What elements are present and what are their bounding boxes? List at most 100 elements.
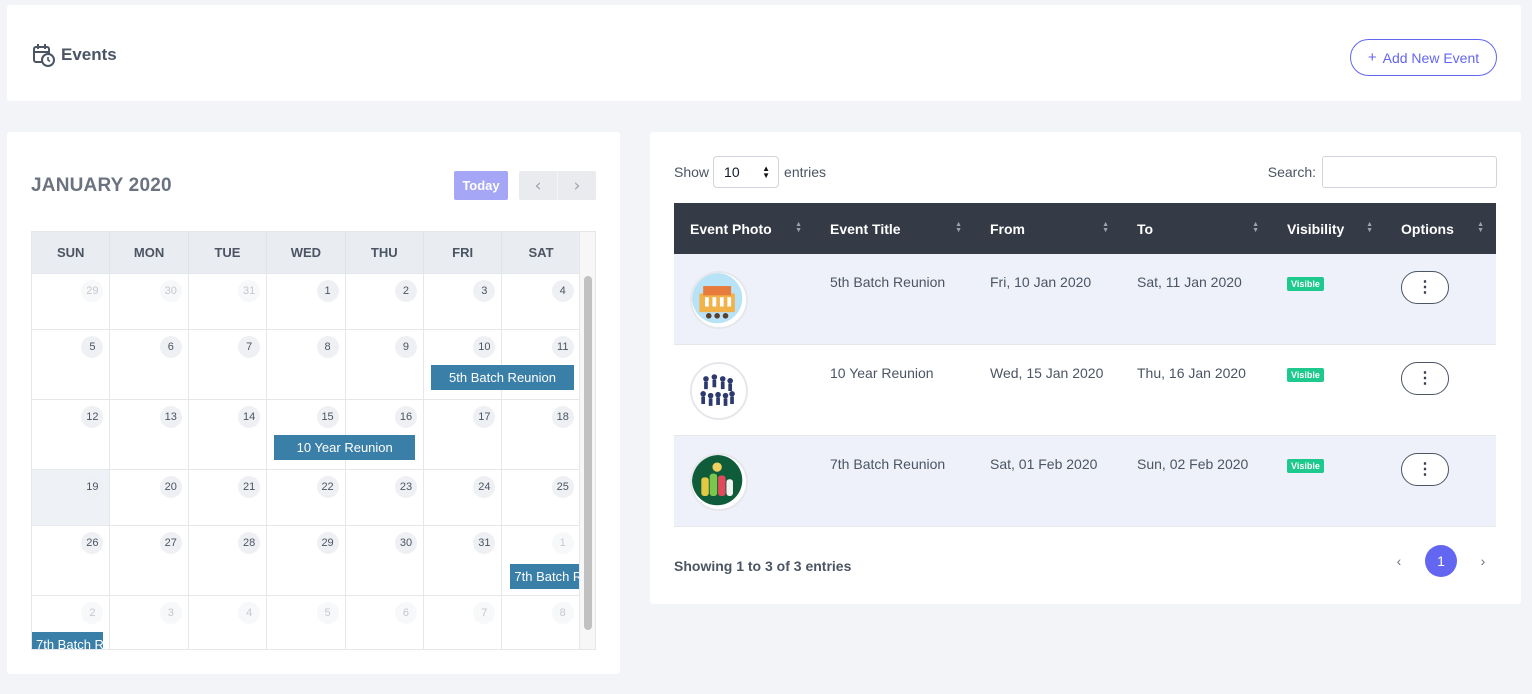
- calendar-day[interactable]: 20: [110, 470, 189, 525]
- add-new-event-button[interactable]: + Add New Event: [1350, 39, 1497, 76]
- search-label: Search:: [1267, 164, 1316, 180]
- day-number: 8: [551, 602, 574, 624]
- day-number: 6: [159, 336, 182, 358]
- calendar-day[interactable]: 12: [32, 400, 111, 469]
- calendar-day[interactable]: 25: [502, 470, 581, 525]
- calendar-day[interactable]: 3: [110, 596, 189, 649]
- calendar-day[interactable]: 7: [424, 596, 503, 649]
- calendar-event-bar[interactable]: 7th Batch Reunion: [32, 632, 103, 649]
- calendar-day[interactable]: 30: [346, 526, 424, 595]
- event-title-cell: 10 Year Reunion: [830, 365, 934, 381]
- calendar-day[interactable]: 6: [346, 596, 424, 649]
- today-button[interactable]: Today: [454, 171, 508, 200]
- day-of-week-header: SUN MON TUE WED THU FRI SAT: [32, 232, 581, 273]
- calendar-day[interactable]: 8: [502, 596, 581, 649]
- calendar-day[interactable]: 4: [502, 274, 581, 329]
- calendar-event-bar[interactable]: 7th Batch Reunion: [510, 564, 583, 589]
- day-number: 15: [316, 406, 339, 428]
- calendar-day[interactable]: 5: [32, 330, 111, 399]
- day-number: 17: [473, 406, 496, 428]
- day-number: 30: [159, 280, 182, 302]
- calendar-day[interactable]: 31: [189, 274, 268, 329]
- col-label: To: [1137, 220, 1154, 237]
- calendar-day[interactable]: 8: [267, 330, 346, 399]
- calendar-day[interactable]: 4: [189, 596, 268, 649]
- show-label: Show: [674, 164, 710, 180]
- options-button[interactable]: ⋮: [1401, 271, 1449, 304]
- options-button[interactable]: ⋮: [1401, 453, 1449, 486]
- sort-icon: ▲ ▼: [1102, 221, 1109, 234]
- calendar-day[interactable]: 21: [189, 470, 268, 525]
- table-row: 5th Batch Reunion Fri, 10 Jan 2020 Sat, …: [674, 254, 1496, 345]
- entries-label: entries: [784, 164, 827, 180]
- day-number: 27: [159, 532, 182, 554]
- calendar-day[interactable]: 31: [424, 526, 503, 595]
- calendar-day[interactable]: 2: [346, 274, 424, 329]
- calendar-day[interactable]: 22: [267, 470, 346, 525]
- dow-wed: WED: [267, 232, 346, 273]
- day-number: 2: [394, 280, 417, 302]
- calendar-day[interactable]: 17: [424, 400, 503, 469]
- event-title-cell: 5th Batch Reunion: [830, 274, 946, 290]
- dow-fri: FRI: [424, 232, 503, 273]
- calendar-day[interactable]: 13: [110, 400, 189, 469]
- day-number: 11: [551, 336, 574, 358]
- search-input[interactable]: [1322, 156, 1497, 188]
- next-page-button[interactable]: ›: [1467, 553, 1499, 569]
- calendar-day[interactable]: 30: [110, 274, 189, 329]
- col-event-photo[interactable]: Event Photo ▲ ▼: [674, 203, 814, 254]
- day-number: 3: [473, 280, 496, 302]
- col-event-title[interactable]: Event Title ▲ ▼: [814, 203, 974, 254]
- calendar-day[interactable]: 23: [346, 470, 424, 525]
- calendar-day[interactable]: 14: [189, 400, 268, 469]
- calendar-scrollbar[interactable]: [579, 232, 595, 649]
- calendar-day[interactable]: 19: [32, 470, 111, 525]
- pagination: ‹ 1 ›: [1383, 545, 1499, 577]
- dow-sun: SUN: [32, 232, 111, 273]
- calendar-event-bar[interactable]: 5th Batch Reunion: [431, 365, 574, 390]
- calendar-day[interactable]: 24: [424, 470, 503, 525]
- calendar-day[interactable]: 29: [267, 526, 346, 595]
- calendar-day[interactable]: 27: [110, 526, 189, 595]
- calendar-day[interactable]: 26: [32, 526, 111, 595]
- dow-tue: TUE: [189, 232, 268, 273]
- col-from[interactable]: From ▲ ▼: [974, 203, 1121, 254]
- event-photo[interactable]: [690, 271, 748, 329]
- dow-mon: MON: [110, 232, 189, 273]
- options-button[interactable]: ⋮: [1401, 362, 1449, 395]
- calendar-day[interactable]: 6: [110, 330, 189, 399]
- calendar-day[interactable]: 1: [267, 274, 346, 329]
- next-month-button[interactable]: ›: [558, 171, 596, 200]
- calendar-day[interactable]: 9: [346, 330, 424, 399]
- calendar-month-title: JANUARY 2020: [31, 175, 172, 196]
- calendar-day[interactable]: 28: [189, 526, 268, 595]
- calendar-day[interactable]: 5: [267, 596, 346, 649]
- day-number: 21: [238, 476, 261, 498]
- day-number: 19: [81, 476, 104, 498]
- calendar-day[interactable]: 18: [502, 400, 581, 469]
- col-visibility[interactable]: Visibility ▲ ▼: [1271, 203, 1385, 254]
- dow-sat: SAT: [502, 232, 581, 273]
- calendar-day[interactable]: 3: [424, 274, 503, 329]
- page-header: Events + Add New Event: [7, 5, 1521, 101]
- from-cell: Fri, 10 Jan 2020: [990, 274, 1092, 290]
- table-row: 10 Year Reunion Wed, 15 Jan 2020 Thu, 16…: [674, 345, 1496, 436]
- col-options[interactable]: Options ▲ ▼: [1385, 203, 1496, 254]
- calendar-event-bar[interactable]: 10 Year Reunion: [274, 435, 416, 460]
- event-title-cell: 7th Batch Reunion: [830, 456, 946, 472]
- calendar-day[interactable]: 7: [189, 330, 268, 399]
- page-1-button[interactable]: 1: [1425, 545, 1457, 577]
- day-number: 2: [81, 602, 104, 624]
- col-label: Options: [1401, 220, 1454, 237]
- page-size-select[interactable]: 10 ▲ ▼: [713, 156, 780, 188]
- day-number: 25: [551, 476, 574, 498]
- calendar-day[interactable]: 29: [32, 274, 111, 329]
- event-photo[interactable]: [690, 362, 748, 420]
- col-to[interactable]: To ▲ ▼: [1121, 203, 1271, 254]
- prev-month-button[interactable]: ‹: [519, 171, 558, 200]
- prev-page-button[interactable]: ‹: [1383, 553, 1415, 569]
- day-number: 13: [159, 406, 182, 428]
- visible-badge: Visible: [1287, 277, 1324, 291]
- calendar-scroll-thumb[interactable]: [584, 276, 592, 630]
- event-photo[interactable]: [690, 453, 748, 511]
